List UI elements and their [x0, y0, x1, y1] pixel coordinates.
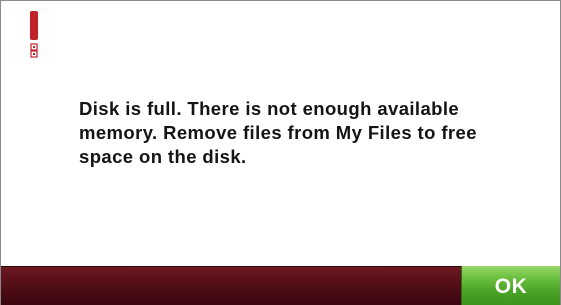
ok-button[interactable]: OK — [461, 266, 560, 305]
dialog-message: Disk is full. There is not enough availa… — [79, 98, 477, 167]
ok-button-label: OK — [494, 275, 528, 298]
exclamation-alert-icon — [27, 10, 41, 58]
disk-full-dialog: Disk is full. There is not enough availa… — [0, 0, 561, 305]
